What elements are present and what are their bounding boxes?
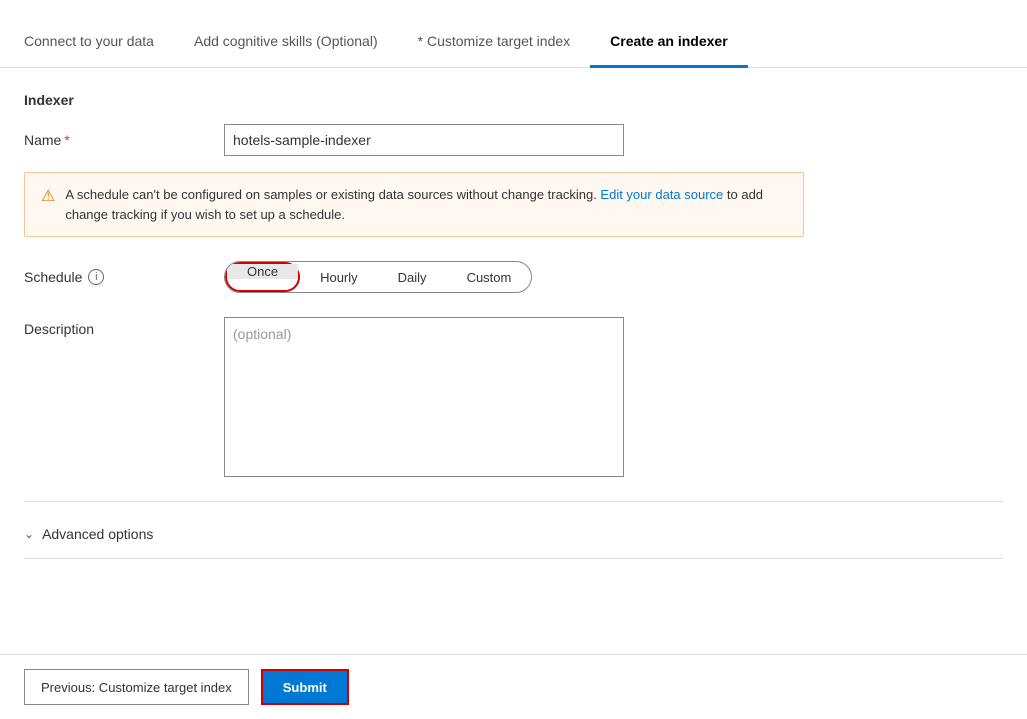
submit-button[interactable]: Submit — [261, 669, 349, 705]
section-divider — [24, 501, 1003, 502]
info-icon[interactable]: i — [88, 269, 104, 285]
main-content: Indexer Name* ⚠ A schedule can't be conf… — [0, 68, 1027, 559]
description-textarea[interactable]: (optional) — [224, 317, 624, 477]
name-label: Name* — [24, 132, 224, 148]
tab-cognitive[interactable]: Add cognitive skills (Optional) — [174, 33, 398, 68]
schedule-hourly-button[interactable]: Hourly — [300, 262, 378, 292]
tab-customize[interactable]: * Customize target index — [398, 33, 591, 68]
schedule-label: Schedule i — [24, 269, 224, 285]
header-tabs: Connect to your data Add cognitive skill… — [0, 0, 1027, 68]
advanced-divider — [24, 558, 1003, 559]
name-input[interactable] — [224, 124, 624, 156]
required-star: * — [64, 132, 69, 148]
description-label: Description — [24, 317, 224, 337]
schedule-once-button[interactable]: Once — [227, 264, 298, 279]
schedule-toggle-group: Once Hourly Daily Custom — [224, 261, 532, 293]
chevron-down-icon: ⌄ — [24, 527, 34, 541]
name-row: Name* — [24, 124, 1003, 156]
tab-indexer[interactable]: Create an indexer — [590, 33, 748, 68]
tab-connect[interactable]: Connect to your data — [24, 33, 174, 68]
schedule-custom-button[interactable]: Custom — [447, 262, 532, 292]
warning-box: ⚠ A schedule can't be configured on samp… — [24, 172, 804, 237]
advanced-options-row[interactable]: ⌄ Advanced options — [24, 518, 1003, 550]
schedule-daily-button[interactable]: Daily — [378, 262, 447, 292]
warning-text: A schedule can't be configured on sample… — [65, 185, 787, 224]
back-button[interactable]: Previous: Customize target index — [24, 669, 249, 705]
schedule-row: Schedule i Once Hourly Daily Custom — [24, 261, 1003, 293]
footer: Previous: Customize target index Submit — [0, 654, 1027, 719]
schedule-once-wrapper: Once — [225, 262, 300, 292]
warning-icon: ⚠ — [41, 186, 55, 206]
section-title: Indexer — [24, 92, 1003, 108]
advanced-options-label: Advanced options — [42, 526, 153, 542]
description-row: Description (optional) — [24, 317, 1003, 477]
warning-link[interactable]: Edit your data source — [600, 187, 723, 202]
